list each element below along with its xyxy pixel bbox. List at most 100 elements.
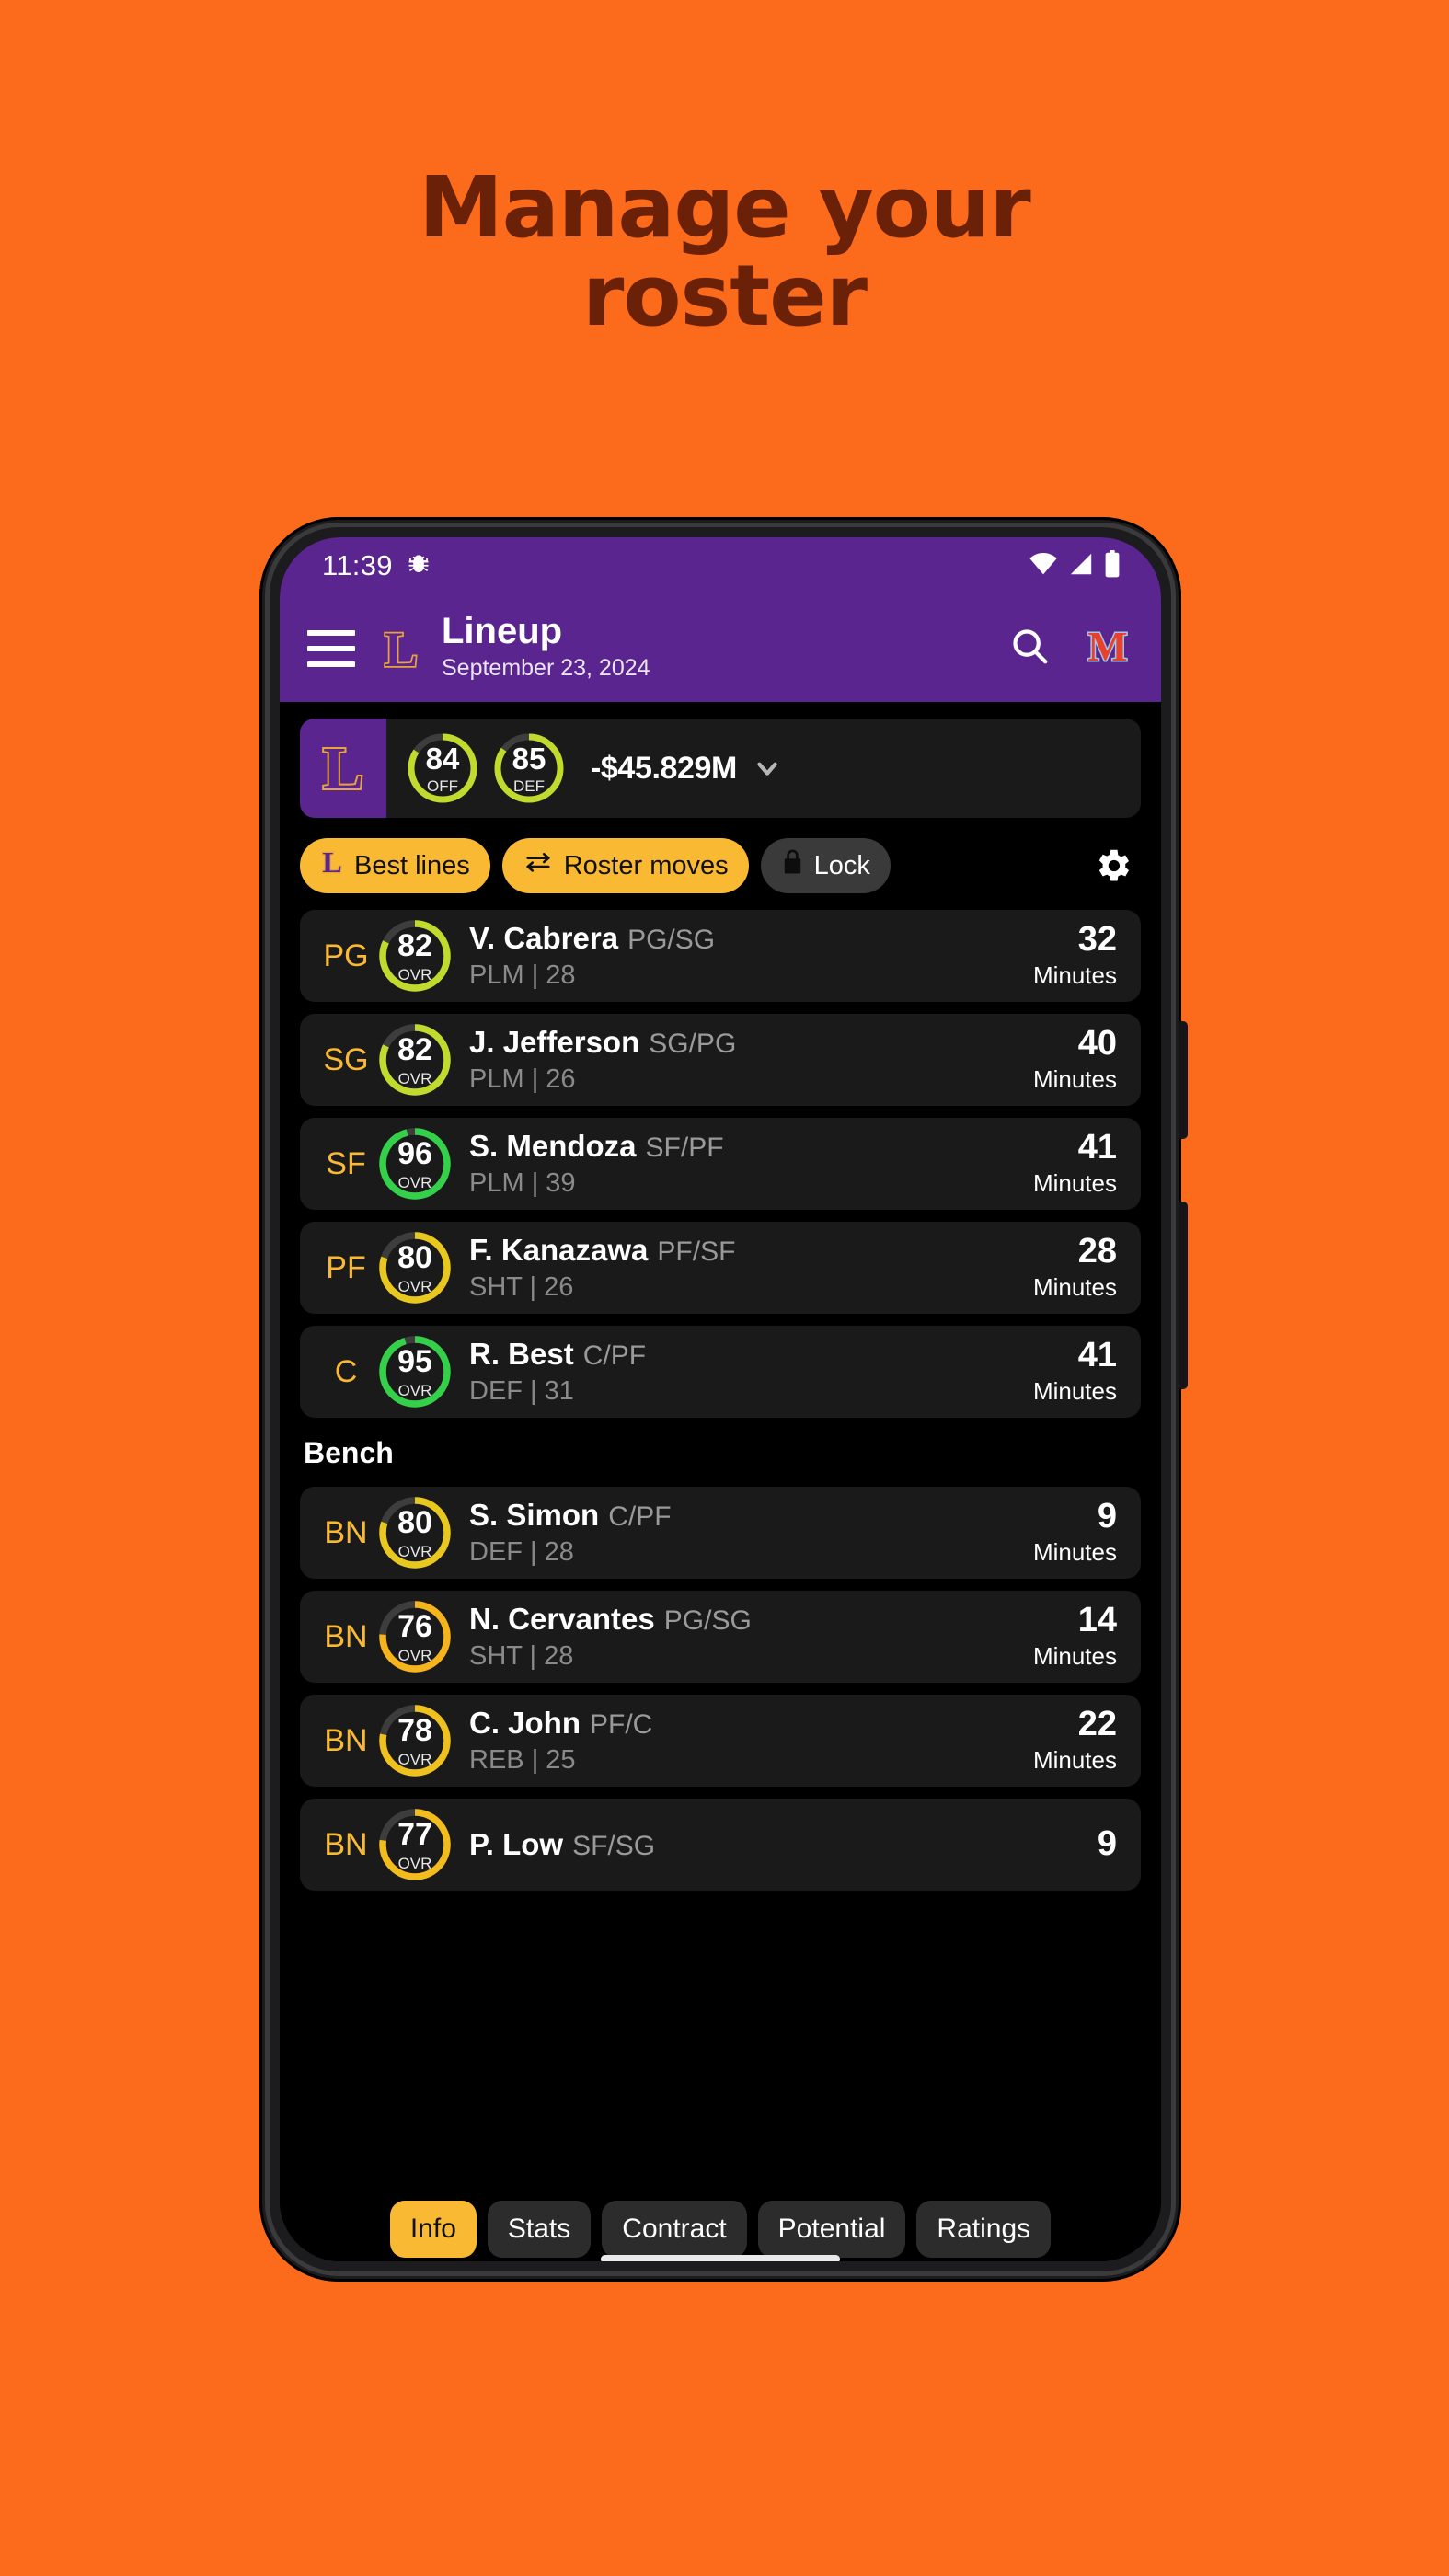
ovr-label: OVR: [397, 1854, 432, 1872]
player-info: N. Cervantes PG/SG SHT | 28: [469, 1602, 752, 1672]
player-info: F. Kanazawa PF/SF SHT | 26: [469, 1233, 735, 1303]
roster-moves-button[interactable]: Roster moves: [501, 838, 749, 893]
minutes-label: Minutes: [1032, 1377, 1117, 1406]
player-info: S. Simon C/PF DEF | 28: [469, 1498, 672, 1568]
tab-contract[interactable]: Contract: [602, 2201, 747, 2258]
phone-volume-button[interactable]: [1179, 1021, 1188, 1139]
app-bar-actions: M: [1008, 622, 1129, 673]
player-minutes: 41 Minutes: [1024, 1337, 1117, 1407]
player-info: V. Cabrera PG/SG PLM | 28: [469, 921, 715, 991]
best-lines-button[interactable]: L Best lines: [300, 838, 490, 893]
ovr-gauge: 82 OVR: [375, 916, 454, 995]
ovr-gauge: 96 OVR: [375, 1124, 454, 1203]
roster-moves-label: Roster moves: [563, 850, 729, 880]
minutes-label: Minutes: [1032, 1538, 1117, 1567]
team-summary-bar[interactable]: L 84 OFF 85 DEF -$45.829M: [300, 719, 1141, 818]
table-row[interactable]: BN 78 OVR C. John PF/C REB | 25 22 Minut…: [300, 1695, 1141, 1787]
table-row[interactable]: SF 96 OVR S. Mendoza SF/PF PLM | 39 41 M…: [300, 1118, 1141, 1210]
team-l-logo-icon: L: [320, 845, 344, 885]
team-gauge-off-value: 84: [425, 741, 460, 776]
player-meta: PLM | 39: [469, 1168, 576, 1198]
player-positions: SF/SG: [572, 1831, 656, 1861]
ovr-value: 76: [397, 1608, 432, 1644]
minutes-value: 41: [1077, 1127, 1117, 1167]
player-minutes: 9: [1088, 1824, 1117, 1864]
player-minutes: 22 Minutes: [1024, 1704, 1117, 1776]
player-minutes: 32 Minutes: [1024, 919, 1117, 991]
minutes-value: 22: [1077, 1704, 1117, 1743]
ovr-gauge: 80 OVR: [375, 1493, 454, 1572]
tab-stats[interactable]: Stats: [487, 2201, 592, 2258]
page-subtitle-date: September 23, 2024: [442, 655, 650, 682]
lock-label: Lock: [813, 850, 870, 880]
tab-potential[interactable]: Potential: [757, 2201, 906, 2258]
tab-info[interactable]: Info: [389, 2201, 477, 2258]
status-bar: 11:39: [280, 537, 1161, 594]
minutes-label: Minutes: [1032, 1065, 1117, 1094]
cellular-signal-icon: [1068, 551, 1094, 581]
ovr-gauge: 77 OVR: [375, 1805, 454, 1884]
minutes-value: 9: [1097, 1496, 1117, 1535]
player-name: R. Best: [469, 1337, 574, 1371]
minutes-value: 9: [1097, 1824, 1117, 1864]
wifi-icon: [1029, 551, 1058, 581]
tab-ratings[interactable]: Ratings: [916, 2201, 1052, 2258]
ovr-gauge: 80 OVR: [375, 1228, 454, 1307]
battery-icon: [1104, 549, 1121, 582]
row-position-label: SG: [323, 1041, 369, 1077]
search-icon[interactable]: [1008, 625, 1051, 672]
best-lines-label: Best lines: [354, 850, 470, 880]
status-bar-time: 11:39: [322, 549, 393, 581]
team-gauge-def: 85 DEF: [491, 730, 567, 806]
ovr-label: OVR: [397, 965, 432, 983]
row-position-label: PG: [323, 937, 369, 973]
row-position-label: PF: [326, 1249, 366, 1285]
opponent-logo-icon[interactable]: M: [1087, 622, 1129, 673]
ovr-gauge: 78 OVR: [375, 1701, 454, 1780]
player-info: S. Mendoza SF/PF PLM | 39: [469, 1129, 724, 1199]
player-name: C. John: [469, 1706, 581, 1740]
player-minutes: 41 Minutes: [1024, 1127, 1117, 1199]
player-positions: C/PF: [582, 1340, 647, 1371]
chevron-down-icon[interactable]: [752, 753, 783, 784]
table-row[interactable]: BN 77 OVR P. Low SF/SG 9: [300, 1799, 1141, 1891]
minutes-label: Minutes: [1032, 1746, 1117, 1775]
table-row[interactable]: PG 82 OVR V. Cabrera PG/SG PLM | 28 32 M…: [300, 910, 1141, 1002]
player-info: P. Low SF/SG: [469, 1827, 655, 1862]
home-indicator[interactable]: [601, 2255, 840, 2261]
ovr-value: 82: [397, 927, 432, 963]
player-name: J. Jefferson: [469, 1025, 640, 1059]
lock-button[interactable]: Lock: [760, 838, 891, 893]
team-logo-tile-icon: L: [300, 719, 386, 818]
team-logo-icon: L: [377, 620, 425, 677]
minutes-label: Minutes: [1032, 1273, 1117, 1302]
minutes-value: 14: [1077, 1600, 1117, 1639]
table-row[interactable]: SG 82 OVR J. Jefferson SG/PG PLM | 26 40…: [300, 1014, 1141, 1106]
table-row[interactable]: C 95 OVR R. Best C/PF DEF | 31 41 Minute…: [300, 1326, 1141, 1418]
gear-icon[interactable]: [1091, 845, 1133, 887]
player-positions: PG/SG: [627, 925, 716, 955]
ovr-value: 82: [397, 1031, 432, 1067]
cap-space-value: -$45.829M: [591, 750, 737, 786]
minutes-value: 40: [1077, 1023, 1117, 1063]
table-row[interactable]: BN 76 OVR N. Cervantes PG/SG SHT | 28 14…: [300, 1591, 1141, 1683]
phone-power-button[interactable]: [1179, 1202, 1188, 1389]
minutes-value: 32: [1077, 919, 1117, 959]
player-name: S. Mendoza: [469, 1129, 637, 1163]
svg-text:L: L: [322, 846, 341, 878]
ovr-gauge: 95 OVR: [375, 1332, 454, 1411]
swap-arrows-icon: [523, 848, 554, 883]
hamburger-menu-icon[interactable]: [307, 629, 355, 667]
player-minutes: 28 Minutes: [1024, 1233, 1117, 1303]
player-positions: SG/PG: [649, 1029, 737, 1059]
table-row[interactable]: BN 80 OVR S. Simon C/PF DEF | 28 9 Minut…: [300, 1487, 1141, 1579]
ovr-gauge: 76 OVR: [375, 1597, 454, 1676]
ovr-value: 80: [397, 1239, 432, 1275]
roster-actions-row: L Best lines Roster moves Lock: [300, 838, 1141, 893]
ovr-value: 96: [397, 1135, 432, 1171]
player-minutes: 40 Minutes: [1024, 1023, 1117, 1095]
player-meta: PLM | 26: [469, 1064, 576, 1094]
table-row[interactable]: PF 80 OVR F. Kanazawa PF/SF SHT | 26 28 …: [300, 1222, 1141, 1314]
ovr-value: 78: [397, 1712, 432, 1748]
player-name: S. Simon: [469, 1498, 600, 1532]
